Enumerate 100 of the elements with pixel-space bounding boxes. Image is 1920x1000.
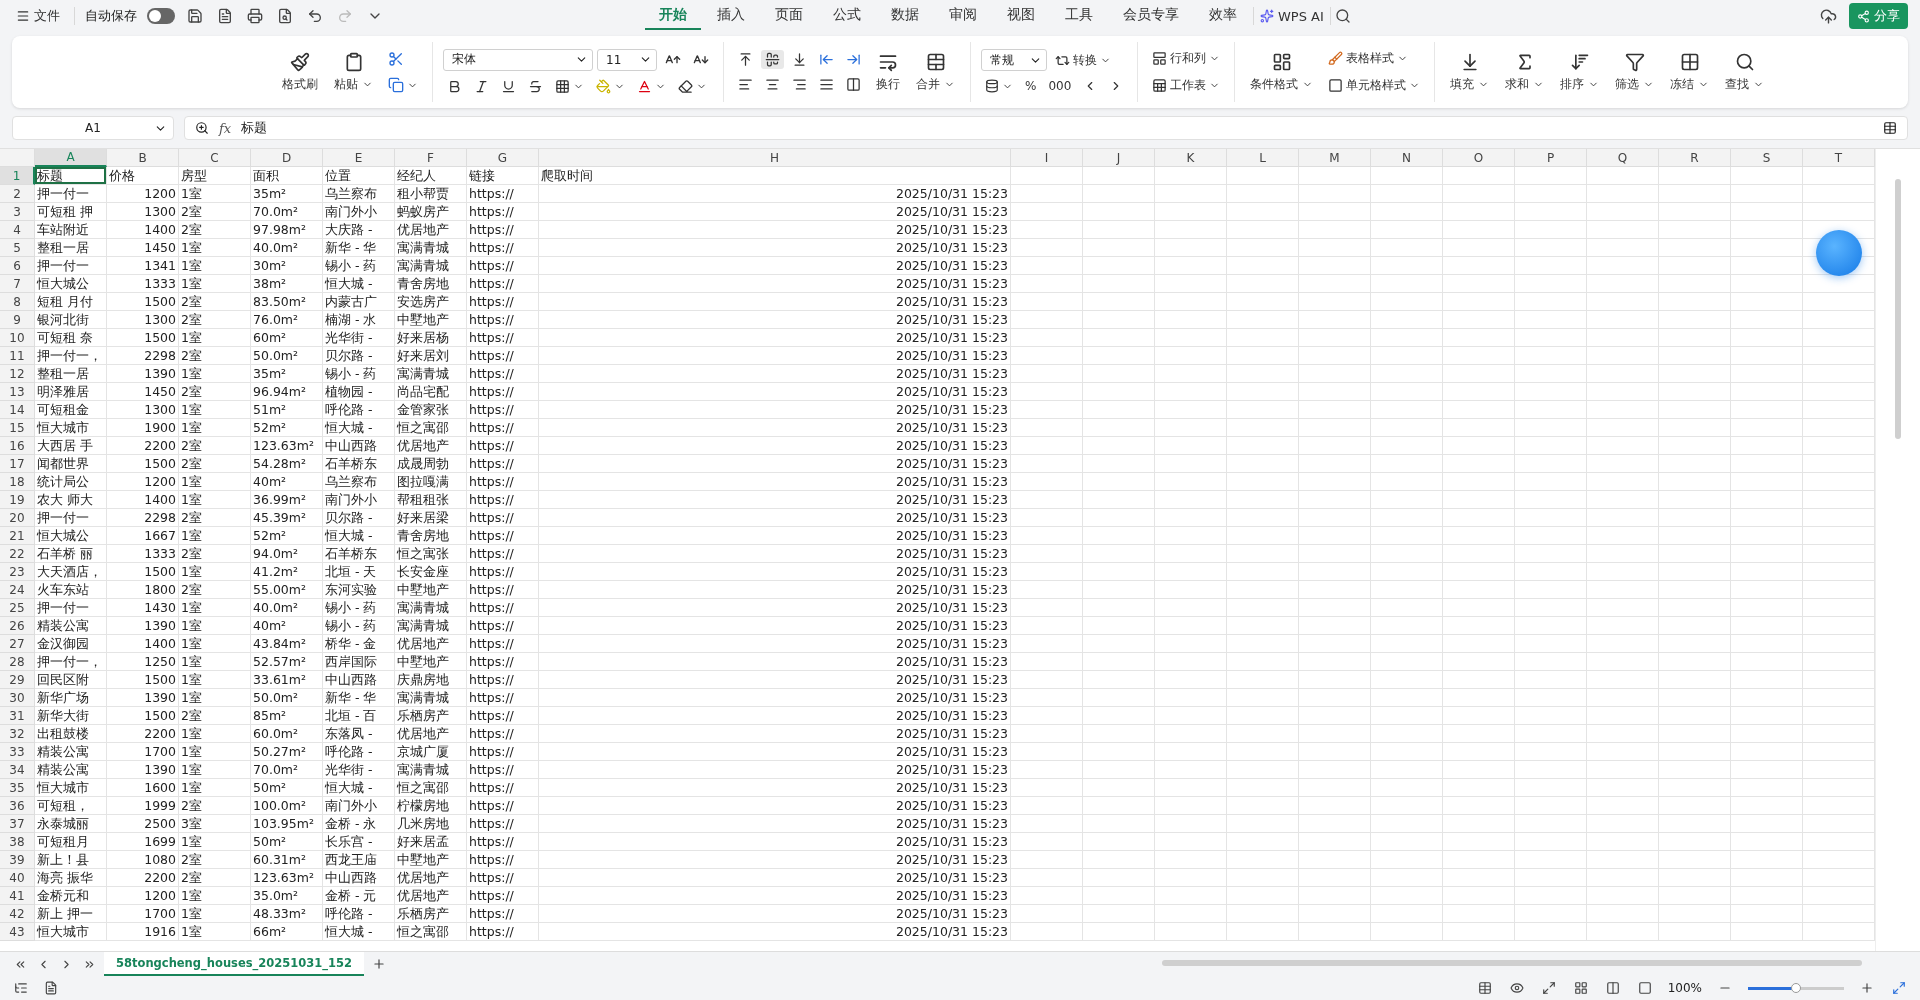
row-header[interactable]: 36 bbox=[0, 797, 35, 815]
zoom-slider[interactable] bbox=[1748, 986, 1844, 990]
ribbon-tab[interactable]: 效率 bbox=[1195, 2, 1251, 30]
cell-style-button[interactable]: 单元格样式 bbox=[1324, 75, 1425, 96]
file-menu[interactable]: 文件 bbox=[12, 5, 64, 27]
zoom-level[interactable]: 100% bbox=[1667, 981, 1702, 995]
column-header[interactable]: T bbox=[1803, 149, 1875, 167]
worksheet-button[interactable]: 工作表 bbox=[1148, 75, 1225, 96]
column-header[interactable]: B bbox=[107, 149, 179, 167]
share-button[interactable]: 分享 bbox=[1849, 3, 1908, 29]
column-header[interactable]: Q bbox=[1587, 149, 1659, 167]
row-header[interactable]: 9 bbox=[0, 311, 35, 329]
row-header[interactable]: 25 bbox=[0, 599, 35, 617]
row-header[interactable]: 32 bbox=[0, 725, 35, 743]
ribbon-button[interactable]: 冻结 bbox=[1665, 49, 1715, 95]
column-header[interactable]: C bbox=[179, 149, 251, 167]
row-header[interactable]: 30 bbox=[0, 689, 35, 707]
row-header[interactable]: 8 bbox=[0, 293, 35, 311]
row-header[interactable]: 27 bbox=[0, 635, 35, 653]
row-header[interactable]: 20 bbox=[0, 509, 35, 527]
column-header[interactable]: F bbox=[395, 149, 467, 167]
ribbon-tab[interactable]: 开始 bbox=[645, 2, 701, 30]
row-header[interactable]: 19 bbox=[0, 491, 35, 509]
row-header[interactable]: 7 bbox=[0, 275, 35, 293]
row-header[interactable]: 28 bbox=[0, 653, 35, 671]
thousands-button[interactable]: 000 bbox=[1044, 77, 1076, 95]
row-header[interactable]: 23 bbox=[0, 563, 35, 581]
column-header[interactable]: N bbox=[1371, 149, 1443, 167]
table-style-button[interactable]: 表格样式 bbox=[1324, 48, 1425, 69]
row-header[interactable]: 18 bbox=[0, 473, 35, 491]
column-header[interactable]: G bbox=[467, 149, 539, 167]
row-header[interactable]: 17 bbox=[0, 455, 35, 473]
row-header[interactable]: 38 bbox=[0, 833, 35, 851]
row-header[interactable]: 22 bbox=[0, 545, 35, 563]
column-header[interactable]: M bbox=[1299, 149, 1371, 167]
row-header[interactable]: 29 bbox=[0, 671, 35, 689]
row-header[interactable]: 34 bbox=[0, 761, 35, 779]
ribbon-tab[interactable]: 审阅 bbox=[935, 2, 991, 30]
fullscreen-button[interactable] bbox=[1890, 979, 1908, 997]
convert-button[interactable]: 转换 bbox=[1051, 49, 1115, 71]
ribbon-tab[interactable]: 工具 bbox=[1051, 2, 1107, 30]
column-header[interactable]: A bbox=[35, 149, 107, 167]
number-format-select[interactable]: 常规 bbox=[981, 49, 1047, 71]
row-header[interactable]: 6 bbox=[0, 257, 35, 275]
row-header[interactable]: 10 bbox=[0, 329, 35, 347]
row-header[interactable]: 35 bbox=[0, 779, 35, 797]
column-header[interactable]: J bbox=[1083, 149, 1155, 167]
row-header[interactable]: 1 bbox=[0, 167, 35, 185]
ribbon-button[interactable]: 格式刷 bbox=[277, 49, 323, 95]
column-header[interactable]: E bbox=[323, 149, 395, 167]
ribbon-button[interactable]: 筛选 bbox=[1610, 49, 1660, 95]
ribbon-button[interactable]: 排序 bbox=[1555, 49, 1605, 95]
row-header[interactable]: 41 bbox=[0, 887, 35, 905]
column-header[interactable]: I bbox=[1011, 149, 1083, 167]
row-header[interactable]: 4 bbox=[0, 221, 35, 239]
ribbon-button[interactable]: 填充 bbox=[1445, 49, 1495, 95]
row-header[interactable]: 11 bbox=[0, 347, 35, 365]
row-header[interactable]: 33 bbox=[0, 743, 35, 761]
column-header[interactable]: D bbox=[251, 149, 323, 167]
row-header[interactable]: 37 bbox=[0, 815, 35, 833]
row-header[interactable]: 5 bbox=[0, 239, 35, 257]
ribbon-tab[interactable]: 插入 bbox=[703, 2, 759, 30]
row-header[interactable]: 16 bbox=[0, 437, 35, 455]
save-button[interactable] bbox=[185, 6, 205, 26]
sheet-tab[interactable]: 58tongcheng_houses_20251031_152 bbox=[104, 952, 365, 976]
column-header[interactable]: R bbox=[1659, 149, 1731, 167]
ribbon-button[interactable]: 查找 bbox=[1720, 49, 1770, 95]
ribbon-tab[interactable]: 视图 bbox=[993, 2, 1049, 30]
formula-field[interactable]: fx 标题 bbox=[184, 116, 1908, 140]
column-header[interactable]: P bbox=[1515, 149, 1587, 167]
merge-button[interactable]: 合并 bbox=[911, 49, 960, 95]
row-header[interactable]: 24 bbox=[0, 581, 35, 599]
align-middle-button[interactable] bbox=[761, 50, 784, 69]
scrollbar-thumb[interactable] bbox=[1895, 179, 1901, 439]
row-header[interactable]: 14 bbox=[0, 401, 35, 419]
ribbon-tab[interactable]: 公式 bbox=[819, 2, 875, 30]
autosave-toggle[interactable] bbox=[147, 8, 175, 24]
ribbon-button[interactable]: 粘贴 bbox=[329, 49, 378, 95]
row-header[interactable]: 31 bbox=[0, 707, 35, 725]
row-header[interactable]: 42 bbox=[0, 905, 35, 923]
ribbon-tab[interactable]: 数据 bbox=[877, 2, 933, 30]
column-header[interactable]: O bbox=[1443, 149, 1515, 167]
wrap-text-button[interactable]: 换行 bbox=[871, 49, 905, 95]
row-header[interactable]: 43 bbox=[0, 923, 35, 941]
font-name-select[interactable]: 宋体 bbox=[443, 48, 593, 71]
row-header[interactable]: 26 bbox=[0, 617, 35, 635]
row-header[interactable]: 2 bbox=[0, 185, 35, 203]
rows-columns-button[interactable]: 行和列 bbox=[1148, 48, 1225, 69]
ai-button[interactable]: WPS AI bbox=[1256, 6, 1328, 26]
conditional-format-button[interactable]: 条件格式 bbox=[1245, 49, 1319, 95]
column-header[interactable]: L bbox=[1227, 149, 1299, 167]
row-header[interactable]: 39 bbox=[0, 851, 35, 869]
slider-thumb[interactable] bbox=[1791, 983, 1801, 993]
ribbon-tab[interactable]: 页面 bbox=[761, 2, 817, 30]
scrollbar-thumb[interactable] bbox=[1162, 960, 1862, 966]
name-box[interactable]: A1 bbox=[12, 116, 174, 140]
row-header[interactable]: 40 bbox=[0, 869, 35, 887]
row-header[interactable]: 15 bbox=[0, 419, 35, 437]
print-button[interactable] bbox=[245, 6, 265, 26]
ribbon-button[interactable]: 求和 bbox=[1500, 49, 1550, 95]
